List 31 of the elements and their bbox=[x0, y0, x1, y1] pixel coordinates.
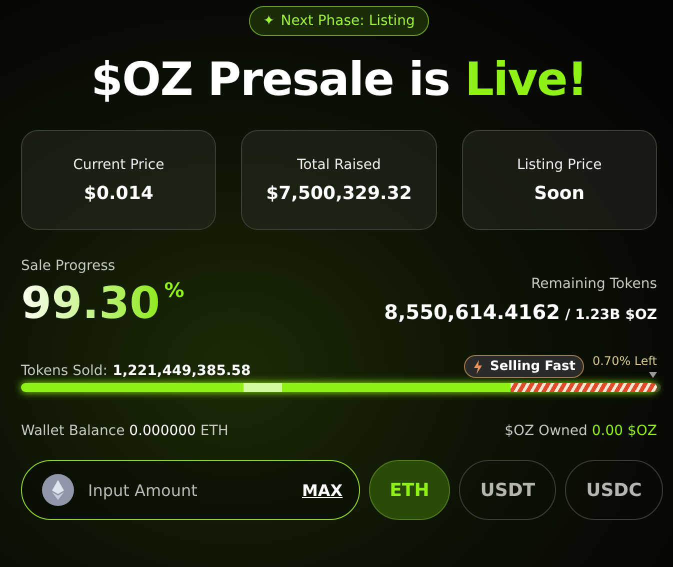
sparkle-icon: ✦ bbox=[263, 13, 275, 29]
percent-sign: % bbox=[164, 278, 184, 302]
balance-unit: ETH bbox=[200, 423, 228, 439]
sold-value: 1,221,449,385.58 bbox=[112, 363, 251, 379]
stat-value: $0.014 bbox=[84, 182, 154, 204]
currency-tab[interactable]: ETH bbox=[368, 460, 450, 520]
left-percent: 0.70% Left bbox=[592, 354, 657, 368]
phase-label: Next Phase: Listing bbox=[280, 13, 415, 29]
remaining-value: 8,550,614.4162 bbox=[384, 300, 560, 324]
remaining-total: / 1.23B $OZ bbox=[565, 307, 657, 323]
balance-label: Wallet Balance bbox=[21, 423, 125, 439]
owned-label: $OZ Owned bbox=[504, 423, 588, 439]
page-title: $OZ Presale is Live! bbox=[90, 51, 588, 108]
progress-label: Sale Progress bbox=[21, 258, 116, 274]
amount-field[interactable]: Input Amount MAX bbox=[21, 460, 360, 520]
lightning-icon bbox=[473, 360, 483, 374]
currency-tab[interactable]: USDT bbox=[459, 460, 556, 520]
ethereum-icon bbox=[42, 474, 74, 506]
stat-label: Current Price bbox=[73, 156, 164, 172]
currency-tab[interactable]: USDC bbox=[565, 460, 663, 520]
max-button[interactable]: MAX bbox=[302, 480, 343, 500]
caret-icon bbox=[649, 372, 657, 378]
stat-value: $7,500,329.32 bbox=[266, 182, 412, 204]
stat-label: Total Raised bbox=[297, 156, 381, 172]
remaining-label: Remaining Tokens bbox=[530, 276, 657, 292]
sold-label: Tokens Sold: bbox=[21, 363, 108, 379]
balance-value: 0.000000 bbox=[129, 423, 196, 439]
owned-value: 0.00 $OZ bbox=[592, 423, 657, 439]
stat-value: Soon bbox=[534, 182, 585, 204]
stat-label: Listing Price bbox=[516, 156, 602, 172]
selling-fast-label: Selling Fast bbox=[490, 359, 576, 374]
